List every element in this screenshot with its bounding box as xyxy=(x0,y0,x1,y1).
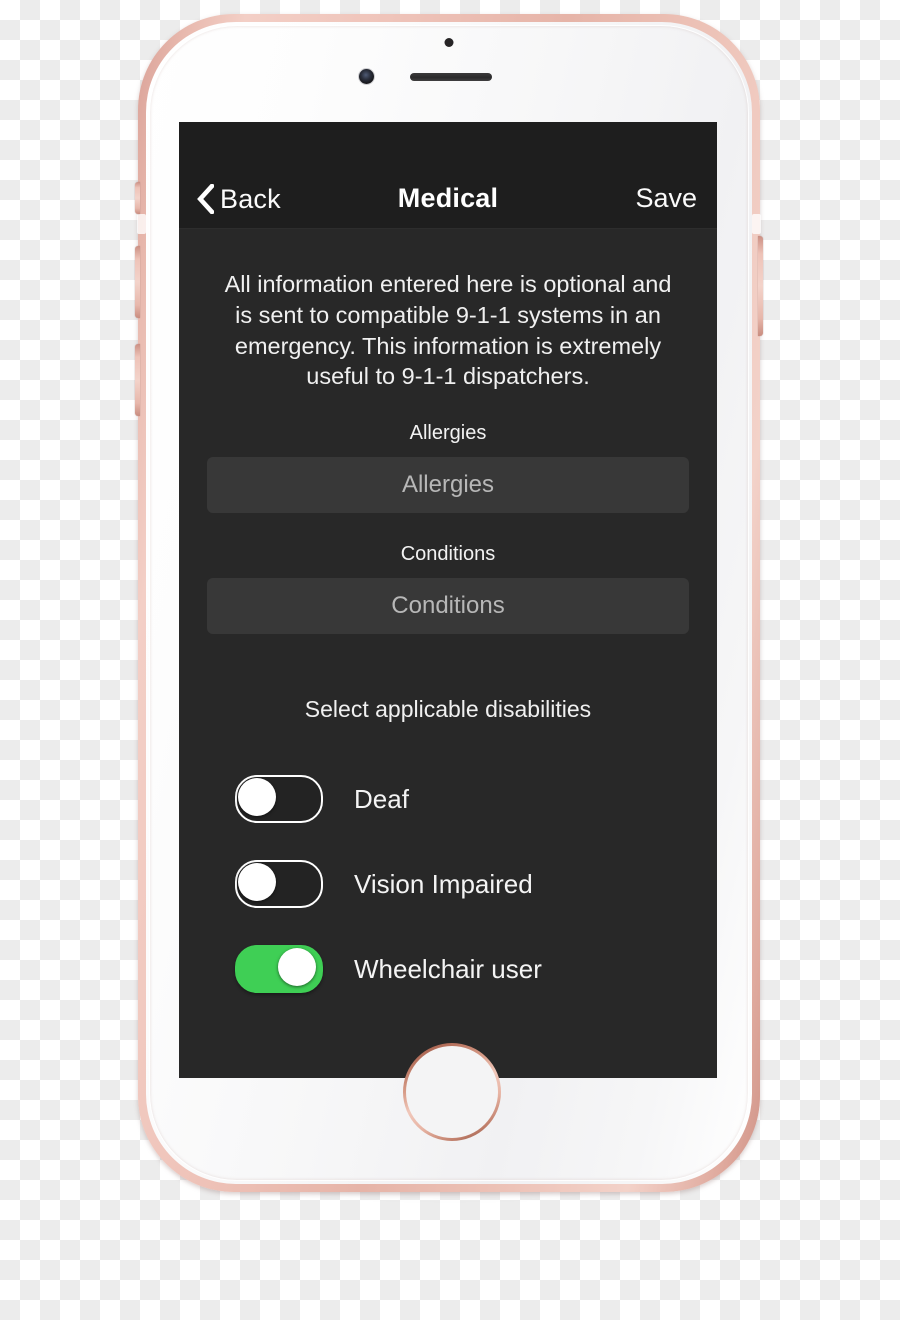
navigation-bar: Back Medical Save xyxy=(179,122,717,229)
antenna-band-right xyxy=(752,214,761,234)
deaf-toggle-label: Deaf xyxy=(354,784,409,815)
phone-device: Back Medical Save All information entere… xyxy=(135,14,763,1198)
mute-switch[interactable] xyxy=(135,182,140,214)
toggle-row-deaf: Deaf xyxy=(207,771,689,827)
home-button[interactable] xyxy=(403,1043,501,1141)
wheelchair-user-toggle[interactable] xyxy=(235,945,323,994)
toggle-row-vision-impaired: Vision Impaired xyxy=(207,856,689,912)
allergies-label: Allergies xyxy=(409,422,487,445)
conditions-label: Conditions xyxy=(400,543,496,566)
disabilities-section-title: Select applicable disabilities xyxy=(304,696,592,723)
conditions-field-group: Conditions xyxy=(207,543,689,635)
proximity-sensor-icon xyxy=(444,38,454,47)
save-button[interactable]: Save xyxy=(629,183,703,214)
volume-up-button[interactable] xyxy=(135,246,140,318)
vision-impaired-toggle-label: Vision Impaired xyxy=(354,869,533,900)
deaf-toggle-knob xyxy=(238,778,276,817)
earpiece-speaker-icon xyxy=(410,73,492,81)
antenna-band-left xyxy=(137,214,146,234)
intro-description: All information entered here is optional… xyxy=(224,271,672,390)
disabilities-toggle-list: Deaf Vision Impaired Wheelchair user xyxy=(207,771,689,997)
allergies-field-group: Allergies xyxy=(207,422,689,514)
vision-impaired-toggle-knob xyxy=(238,863,276,902)
front-camera-icon xyxy=(359,69,374,84)
conditions-input[interactable] xyxy=(207,578,689,635)
phone-screen: Back Medical Save All information entere… xyxy=(179,122,717,1078)
screen-content: All information entered here is optional… xyxy=(179,269,717,997)
toggle-row-wheelchair-user: Wheelchair user xyxy=(207,941,689,997)
allergies-input[interactable] xyxy=(207,457,689,514)
power-button[interactable] xyxy=(758,236,763,336)
deaf-toggle[interactable] xyxy=(235,775,323,824)
device-outer-frame: Back Medical Save All information entere… xyxy=(135,14,763,1192)
wheelchair-user-toggle-knob xyxy=(278,948,316,987)
wheelchair-user-toggle-label: Wheelchair user xyxy=(354,954,542,985)
vision-impaired-toggle[interactable] xyxy=(235,860,323,909)
volume-down-button[interactable] xyxy=(135,344,140,416)
